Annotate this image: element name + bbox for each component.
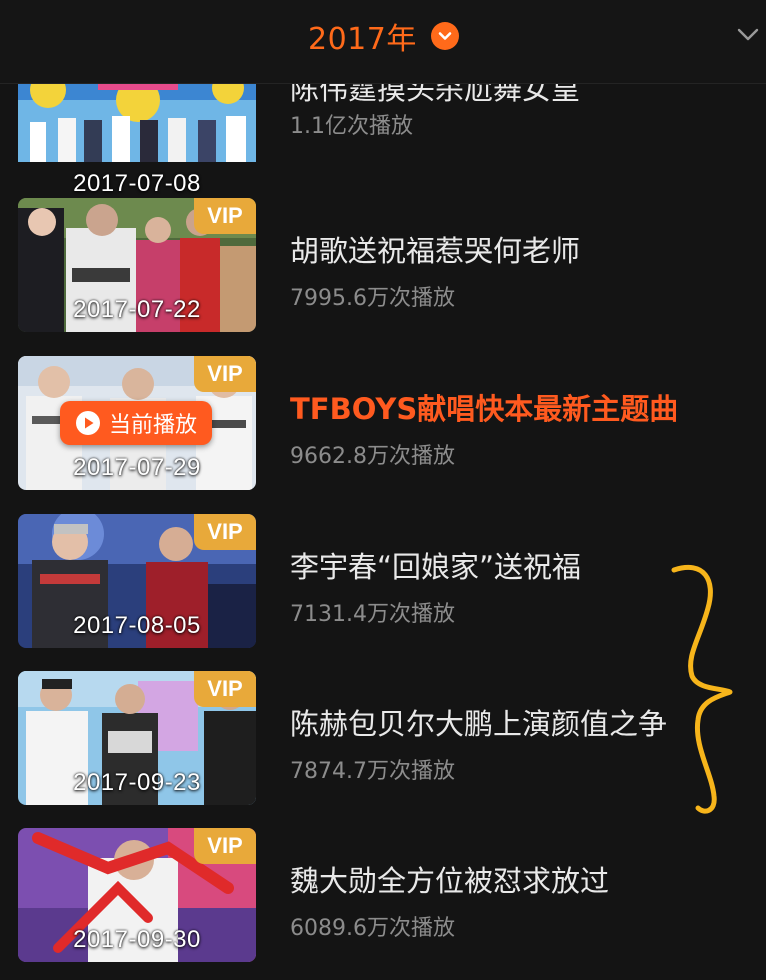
year-selector[interactable]: 2017年 bbox=[308, 16, 459, 57]
episode-row-0923[interactable]: VIP 2017-09-23 陈赫包贝尔大鹏上演颜值之争 7874.7万次播放 bbox=[0, 671, 766, 821]
episode-list: 2017-07-08 陈伟霆摸头杀尬舞女皇 1.1亿次播放 VIP 2017-0… bbox=[0, 84, 766, 980]
episode-list-screen: 2017年 2017-07-08 陈伟霆摸头杀尬舞女皇 1.1亿次播放 VIP … bbox=[0, 0, 766, 980]
episode-date: 2017-09-30 bbox=[73, 926, 201, 953]
episode-row-0930[interactable]: VIP 2017-09-30 魏大勋全方位被怼求放过 6089.6万次播放 bbox=[0, 828, 766, 978]
chevron-down-icon bbox=[430, 22, 459, 50]
now-playing-label: 当前播放 bbox=[108, 413, 197, 438]
episode-title: 陈伟霆摸头杀尬舞女皇 bbox=[290, 84, 581, 106]
episode-title: TFBOYS献唱快本最新主题曲 bbox=[290, 392, 679, 426]
episode-thumbnail: VIP 2017-09-23 bbox=[18, 671, 256, 805]
episode-title: 胡歌送祝福惹哭何老师 bbox=[290, 234, 581, 268]
episode-row-0729[interactable]: VIP 当前播放 2017-07-29 TFBOYS献唱快本最新主题曲 9662… bbox=[0, 356, 766, 506]
vip-badge: VIP bbox=[194, 828, 256, 864]
episode-play-count: 1.1亿次播放 bbox=[290, 114, 413, 139]
episode-title: 陈赫包贝尔大鹏上演颜值之争 bbox=[290, 707, 668, 741]
episode-thumbnail: VIP 2017-09-30 bbox=[18, 828, 256, 962]
episode-thumbnail: VIP 2017-08-05 bbox=[18, 514, 256, 648]
vip-badge: VIP bbox=[194, 198, 256, 234]
episode-play-count: 7995.6万次播放 bbox=[290, 286, 455, 311]
episode-thumbnail: VIP 当前播放 2017-07-29 bbox=[18, 356, 256, 490]
vip-badge: VIP bbox=[194, 671, 256, 707]
episode-date: 2017-07-08 bbox=[73, 170, 201, 197]
now-playing-badge: 当前播放 bbox=[60, 401, 212, 445]
episode-play-count: 7131.4万次播放 bbox=[290, 602, 455, 627]
episode-play-count: 9662.8万次播放 bbox=[290, 444, 455, 469]
episode-date: 2017-07-29 bbox=[73, 454, 201, 481]
episode-play-count: 6089.6万次播放 bbox=[290, 916, 455, 941]
vip-badge: VIP bbox=[194, 514, 256, 550]
episode-date: 2017-08-05 bbox=[73, 612, 201, 639]
episode-play-count: 7874.7万次播放 bbox=[290, 759, 455, 784]
episode-row-0805[interactable]: VIP 2017-08-05 李宇春“回娘家”送祝福 7131.4万次播放 bbox=[0, 514, 766, 664]
collapse-chevron-icon[interactable] bbox=[734, 20, 762, 48]
play-icon bbox=[75, 411, 100, 435]
thumbnail-image bbox=[18, 84, 256, 162]
episode-thumbnail: VIP 2017-07-22 bbox=[18, 198, 256, 332]
episode-title: 魏大勋全方位被怼求放过 bbox=[290, 864, 610, 898]
vip-badge: VIP bbox=[194, 356, 256, 392]
episode-title: 李宇春“回娘家”送祝福 bbox=[290, 550, 582, 584]
year-header: 2017年 bbox=[0, 0, 766, 84]
episode-date: 2017-07-22 bbox=[73, 296, 201, 323]
year-label: 2017年 bbox=[308, 22, 417, 57]
episode-thumbnail: 2017-07-08 bbox=[18, 84, 256, 204]
episode-row-0722[interactable]: VIP 2017-07-22 胡歌送祝福惹哭何老师 7995.6万次播放 bbox=[0, 198, 766, 348]
episode-date: 2017-09-23 bbox=[73, 769, 201, 796]
